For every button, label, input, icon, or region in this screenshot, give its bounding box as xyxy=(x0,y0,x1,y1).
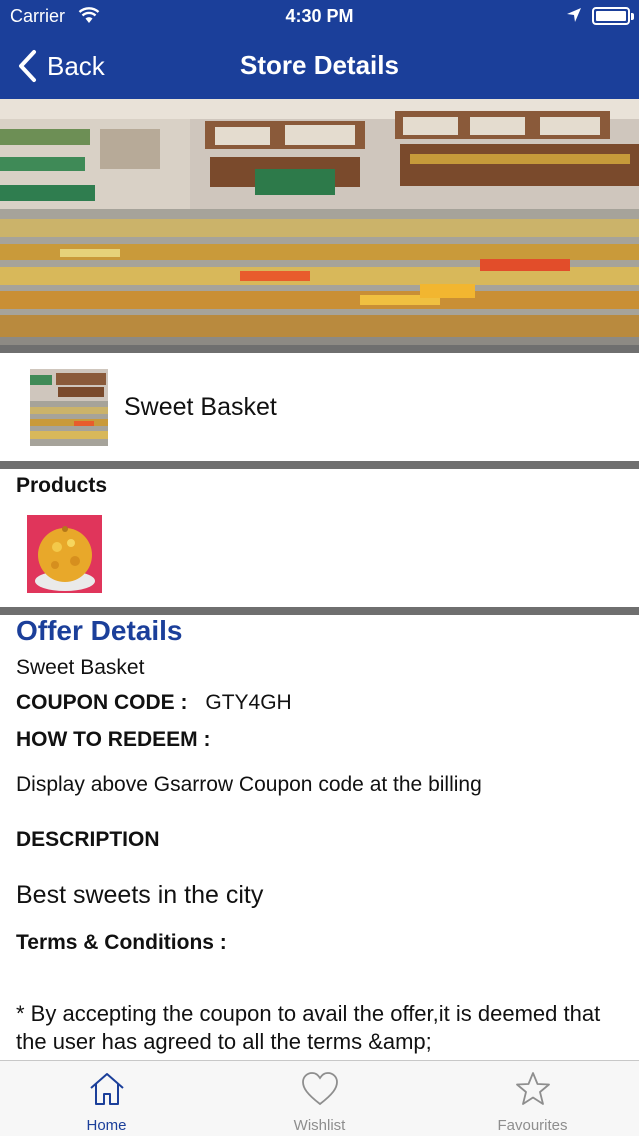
battery-icon xyxy=(592,7,634,25)
product-thumbnail[interactable] xyxy=(27,515,102,593)
section-divider xyxy=(0,345,639,353)
section-divider xyxy=(0,461,639,469)
tab-bar: Home Wishlist Favourites xyxy=(0,1060,639,1136)
products-heading: Products xyxy=(16,474,108,497)
section-divider xyxy=(0,607,639,615)
tab-wishlist-label: Wishlist xyxy=(293,1117,346,1134)
status-time: 4:30 PM xyxy=(285,6,354,26)
heart-icon xyxy=(301,1072,338,1106)
store-banner-image xyxy=(0,99,639,345)
store-row: Sweet Basket xyxy=(0,353,639,461)
store-name: Sweet Basket xyxy=(124,393,277,421)
description-text: Best sweets in the city xyxy=(16,881,264,909)
location-arrow-icon xyxy=(567,8,581,22)
tab-wishlist[interactable]: Wishlist xyxy=(213,1061,426,1136)
terms-text: * By accepting the coupon to avail the o… xyxy=(16,1001,601,1054)
page-title: Store Details xyxy=(240,50,399,80)
tab-favourites-label: Favourites xyxy=(497,1117,568,1134)
redeem-text: Display above Gsarrow Coupon code at the… xyxy=(16,773,482,796)
navigation-header: Carrier 4:30 PM Back Store Details xyxy=(0,0,639,99)
offer-store-name: Sweet Basket xyxy=(16,656,145,679)
how-to-redeem-label: HOW TO REDEEM : xyxy=(16,728,211,751)
tab-home[interactable]: Home xyxy=(0,1061,213,1136)
star-icon xyxy=(515,1072,550,1105)
home-icon xyxy=(89,1073,124,1105)
offer-details-title: Offer Details xyxy=(16,615,183,646)
status-bar: Carrier 4:30 PM xyxy=(0,0,639,32)
tab-favourites[interactable]: Favourites xyxy=(426,1061,639,1136)
coupon-code-row: COUPON CODE : GTY4GH xyxy=(16,691,292,715)
store-thumbnail xyxy=(30,369,108,446)
coupon-code-label: COUPON CODE : xyxy=(16,691,188,714)
tab-home-label: Home xyxy=(86,1117,127,1134)
coupon-code-value: GTY4GH xyxy=(205,691,292,714)
terms-label: Terms & Conditions : xyxy=(16,931,227,954)
description-label: DESCRIPTION xyxy=(16,828,160,851)
